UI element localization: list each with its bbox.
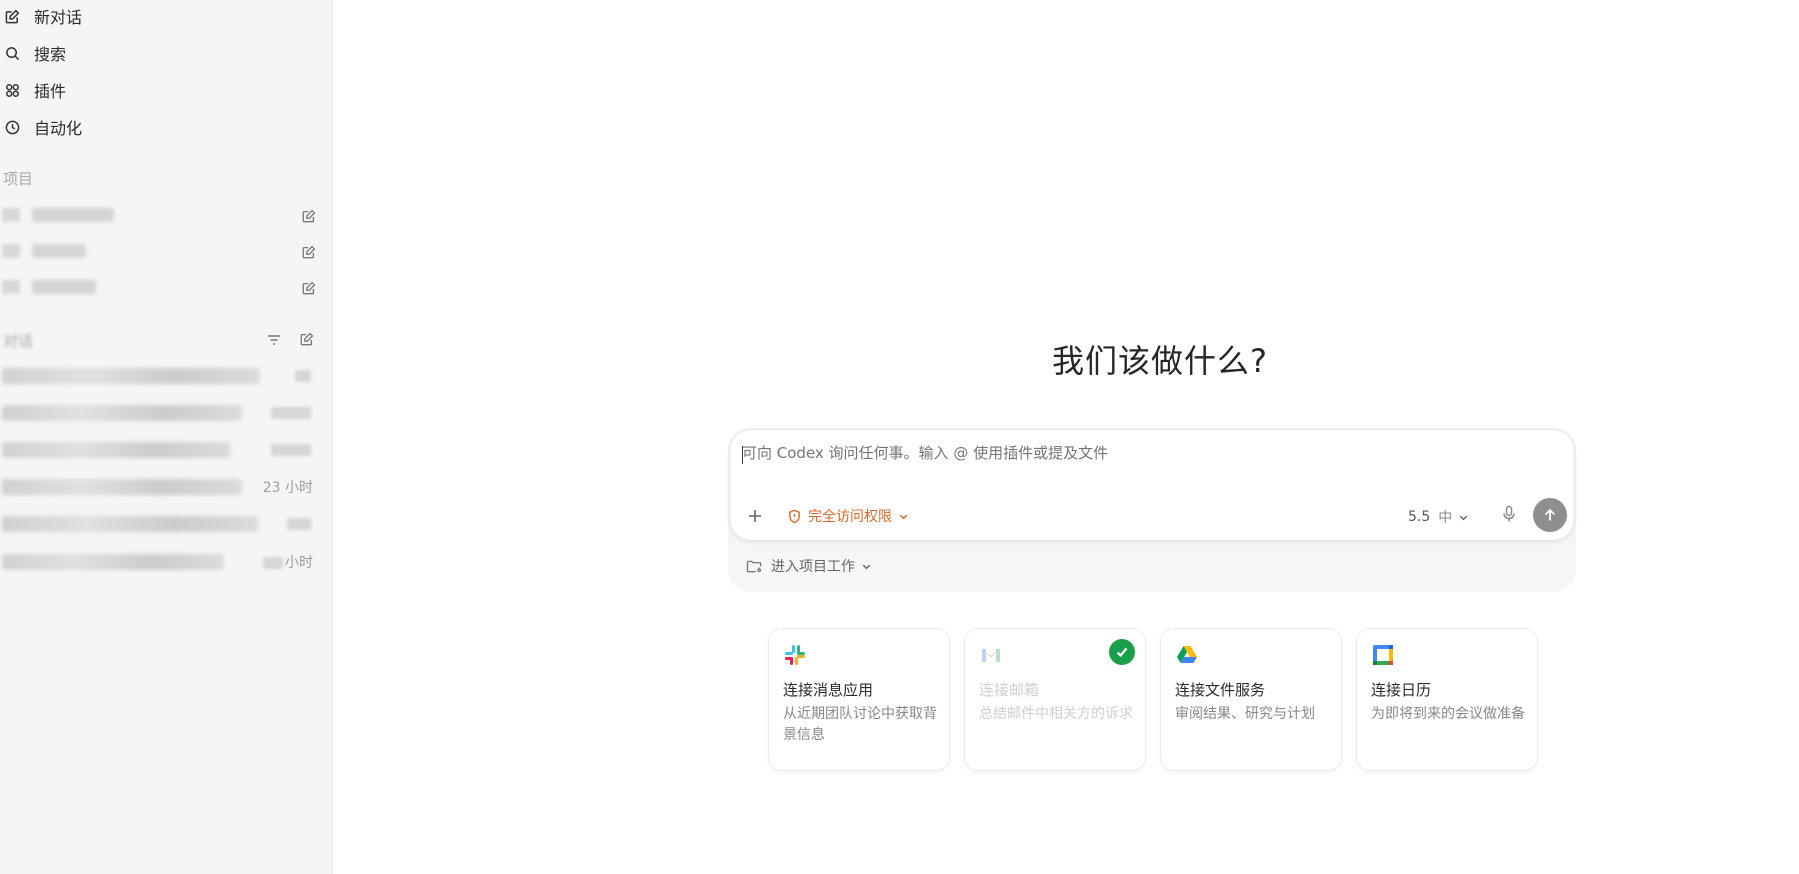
plugins-icon [4, 82, 20, 98]
connected-check-icon [1109, 639, 1135, 665]
thread-title [2, 554, 224, 570]
microphone-icon [1503, 505, 1515, 522]
thread-title [2, 442, 230, 458]
access-permission-dropdown[interactable]: 完全访问权限 [787, 506, 909, 526]
projects-section-label: 项目 [3, 170, 34, 188]
shield-icon [789, 509, 800, 523]
new-chat-in-project-icon[interactable] [302, 280, 316, 295]
search-icon [4, 45, 20, 61]
project-work-label: 进入项目工作 [771, 559, 855, 575]
thread-item[interactable]: 小时 [2, 550, 317, 574]
project-item[interactable] [2, 240, 320, 262]
thread-title [2, 479, 242, 495]
thread-item[interactable] [2, 364, 317, 388]
edit-icon [4, 8, 20, 24]
slack-icon [783, 643, 807, 667]
new-chat-in-project-icon[interactable] [302, 244, 316, 259]
add-attachment-button[interactable] [744, 505, 766, 527]
connect-messaging-card[interactable]: 连接消息应用 从近期团队讨论中获取背景信息 [768, 628, 950, 771]
card-description: 从近期团队讨论中获取背景信息 [783, 706, 937, 743]
project-item[interactable] [2, 204, 320, 226]
thread-time [271, 442, 313, 458]
card-description: 为即将到来的会议做准备 [1371, 706, 1525, 722]
model-selector[interactable]: 5.5 中 [1408, 507, 1469, 527]
connect-email-card[interactable]: 连接邮箱 总结邮件中相关方的诉求 [964, 628, 1146, 771]
sidebar-item-search[interactable]: 搜索 [4, 40, 66, 66]
chevron-down-icon [862, 564, 871, 569]
card-description: 总结邮件中相关方的诉求 [979, 706, 1133, 722]
thread-item[interactable]: 23 小时 [2, 475, 317, 499]
page-title: 我们该做什么? [1052, 342, 1268, 380]
sidebar-item-label: 自动化 [34, 119, 83, 138]
connect-file-service-card[interactable]: 连接文件服务 审阅结果、研究与计划 [1160, 628, 1342, 771]
send-button[interactable] [1533, 498, 1567, 532]
sidebar-item-automation[interactable]: 自动化 [4, 114, 82, 140]
sidebar-item-label: 新对话 [34, 8, 83, 27]
arrow-up-icon [1544, 508, 1556, 521]
sidebar: 新对话 搜索 插件 自动化 项目 对话 23 小时 小时 [0, 0, 333, 874]
composer: 完全访问权限 5.5 中 [729, 429, 1575, 541]
model-effort: 中 [1438, 510, 1453, 526]
sidebar-item-plugins[interactable]: 插件 [4, 77, 66, 103]
project-item[interactable] [2, 276, 320, 298]
google-calendar-icon [1371, 643, 1395, 667]
microphone-button[interactable] [1501, 505, 1521, 527]
thread-time: 23 小时 [262, 480, 313, 496]
thread-time [271, 405, 313, 421]
card-title: 连接消息应用 [783, 681, 874, 699]
chevron-down-icon [899, 514, 908, 519]
thread-title [2, 405, 242, 421]
thread-title [2, 516, 258, 532]
chevron-down-icon [1460, 515, 1468, 520]
sidebar-item-label: 搜索 [34, 45, 67, 64]
thread-time [287, 516, 313, 532]
google-drive-icon [1175, 643, 1199, 667]
prompt-input[interactable] [742, 444, 1442, 462]
project-name [32, 208, 114, 222]
connect-calendar-card[interactable]: 连接日历 为即将到来的会议做准备 [1356, 628, 1538, 771]
folder-branch-icon [746, 560, 762, 572]
folder-icon [2, 280, 20, 294]
thread-time [295, 368, 313, 384]
access-label: 完全访问权限 [808, 509, 892, 525]
project-name [32, 280, 96, 294]
card-description: 审阅结果、研究与计划 [1175, 706, 1315, 722]
project-work-dropdown[interactable]: 进入项目工作 [746, 556, 872, 576]
new-chat-icon[interactable] [300, 331, 314, 346]
thread-time: 小时 [263, 552, 313, 572]
card-title: 连接文件服务 [1175, 681, 1266, 699]
thread-item[interactable] [2, 512, 317, 536]
card-title: 连接日历 [1371, 681, 1432, 699]
filter-icon[interactable] [266, 332, 282, 346]
sidebar-item-new-chat[interactable]: 新对话 [4, 3, 82, 29]
gmail-icon [979, 643, 1003, 667]
threads-section-label: 对话 [3, 332, 34, 350]
thread-item[interactable] [2, 438, 317, 462]
card-title: 连接邮箱 [979, 681, 1040, 699]
folder-icon [2, 244, 20, 258]
thread-title [2, 368, 260, 384]
project-name [32, 244, 86, 258]
model-version: 5.5 [1408, 509, 1431, 525]
thread-item[interactable] [2, 401, 317, 425]
plus-icon [749, 510, 761, 522]
sidebar-item-label: 插件 [34, 82, 67, 101]
folder-icon [2, 208, 20, 222]
new-chat-in-project-icon[interactable] [302, 208, 316, 223]
clock-icon [4, 119, 20, 135]
